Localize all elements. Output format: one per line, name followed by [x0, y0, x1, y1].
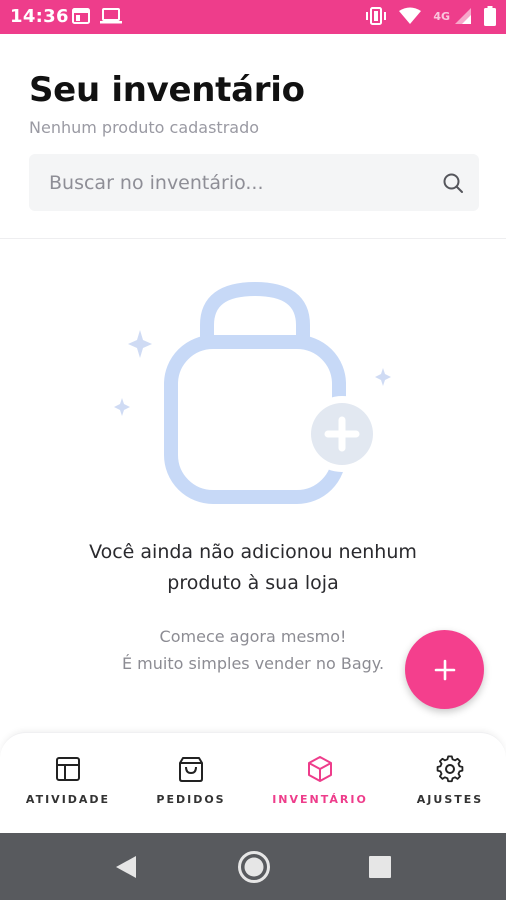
wifi-icon — [399, 7, 422, 24]
bottom-nav: ATIVIDADE PEDIDOS INVENTÁRIO AJUSTES — [0, 732, 506, 833]
nav-item-atividade[interactable]: ATIVIDADE — [25, 733, 111, 833]
header-divider — [0, 238, 506, 239]
page-title: Seu inventário — [29, 70, 305, 110]
sparkle-icon — [114, 398, 130, 416]
nav-item-inventario[interactable]: INVENTÁRIO — [270, 733, 370, 833]
gear-icon — [436, 755, 464, 783]
vibrate-icon — [366, 7, 387, 25]
empty-state-heading: Você ainda não adicionou nenhum produto … — [40, 537, 466, 599]
status-time: 14:36 — [10, 6, 69, 27]
empty-heading-line: Você ainda não adicionou nenhum — [89, 541, 417, 563]
sparkle-icon — [375, 368, 391, 386]
nav-label: INVENTÁRIO — [272, 793, 368, 806]
sparkle-icon — [128, 330, 152, 358]
page-subtitle: Nenhum produto cadastrado — [29, 118, 260, 137]
signal-icon — [455, 8, 471, 24]
empty-text-line: É muito simples vender no Bagy. — [121, 654, 385, 673]
battery-icon — [484, 6, 496, 26]
search-input[interactable] — [49, 154, 429, 211]
home-icon[interactable] — [237, 850, 271, 884]
recent-apps-icon[interactable] — [369, 856, 391, 878]
nav-item-pedidos[interactable]: PEDIDOS — [152, 733, 230, 833]
nav-label: AJUSTES — [416, 793, 484, 806]
empty-state-text: Comece agora mesmo! É muito simples vend… — [40, 623, 466, 677]
system-navigation-bar — [0, 833, 506, 900]
empty-text-line: Comece agora mesmo! — [159, 627, 347, 646]
nav-label: PEDIDOS — [156, 793, 226, 806]
shopping-bag-icon — [179, 757, 203, 782]
plus-icon — [434, 659, 455, 680]
notification-icons — [72, 8, 122, 24]
app-notification-icon — [72, 8, 90, 24]
add-product-button[interactable] — [405, 630, 484, 709]
search-icon[interactable] — [441, 171, 465, 195]
status-bar: 14:36 4G — [0, 0, 506, 34]
box-icon — [308, 756, 332, 782]
nav-label: ATIVIDADE — [25, 793, 111, 806]
empty-bag-illustration — [114, 281, 391, 504]
network-type: 4G — [433, 9, 450, 23]
layout-icon — [56, 757, 80, 781]
nav-item-ajustes[interactable]: AJUSTES — [413, 733, 487, 833]
system-status-icons: 4G — [365, 6, 496, 26]
laptop-icon — [100, 8, 122, 24]
search-box[interactable] — [29, 154, 479, 211]
empty-heading-line: produto à sua loja — [167, 572, 339, 594]
back-icon[interactable] — [114, 855, 138, 879]
